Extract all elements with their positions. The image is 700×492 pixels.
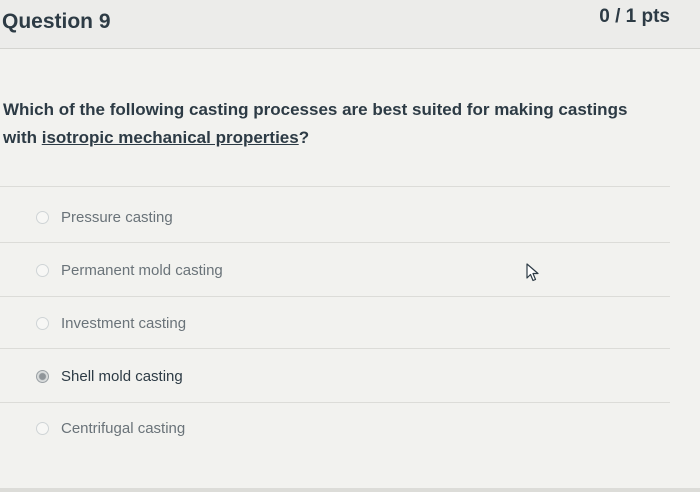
question-title: Question 9: [2, 10, 111, 33]
radio-button[interactable]: [36, 316, 49, 330]
question-text-underlined: isotropic mechanical properties: [41, 128, 299, 147]
answer-label: Centrifugal casting: [61, 419, 186, 437]
question-text-part2: ?: [298, 128, 310, 147]
radio-button-selected[interactable]: [36, 369, 49, 383]
radio-button[interactable]: [36, 210, 49, 224]
answer-divider: [0, 242, 670, 243]
answer-option-pressure-casting[interactable]: Pressure casting: [36, 202, 173, 232]
question-header: Question 9 0 / 1 pts: [0, 0, 700, 49]
answer-divider: [0, 186, 670, 187]
radio-button[interactable]: [36, 263, 49, 277]
answer-option-investment-casting[interactable]: Investment casting: [36, 308, 186, 338]
points-label: 0 / 1 pts: [599, 6, 670, 27]
answer-divider: [0, 296, 670, 297]
mouse-pointer-icon: [526, 263, 539, 282]
quiz-question-card: Question 9 0 / 1 pts Which of the follow…: [0, 0, 700, 492]
question-text: Which of the following casting processes…: [3, 96, 663, 152]
answer-option-shell-mold-casting[interactable]: Shell mold casting: [36, 361, 183, 391]
answer-divider: [0, 348, 670, 349]
answer-label: Shell mold casting: [61, 367, 183, 385]
answer-label: Permanent mold casting: [61, 261, 223, 279]
answer-option-centrifugal-casting[interactable]: Centrifugal casting: [36, 413, 185, 443]
answer-option-permanent-mold-casting[interactable]: Permanent mold casting: [36, 255, 223, 285]
bottom-border: [0, 488, 700, 492]
answer-label: Investment casting: [61, 314, 187, 332]
answer-divider: [0, 402, 670, 403]
answer-label: Pressure casting: [61, 208, 173, 226]
radio-button[interactable]: [36, 421, 49, 435]
